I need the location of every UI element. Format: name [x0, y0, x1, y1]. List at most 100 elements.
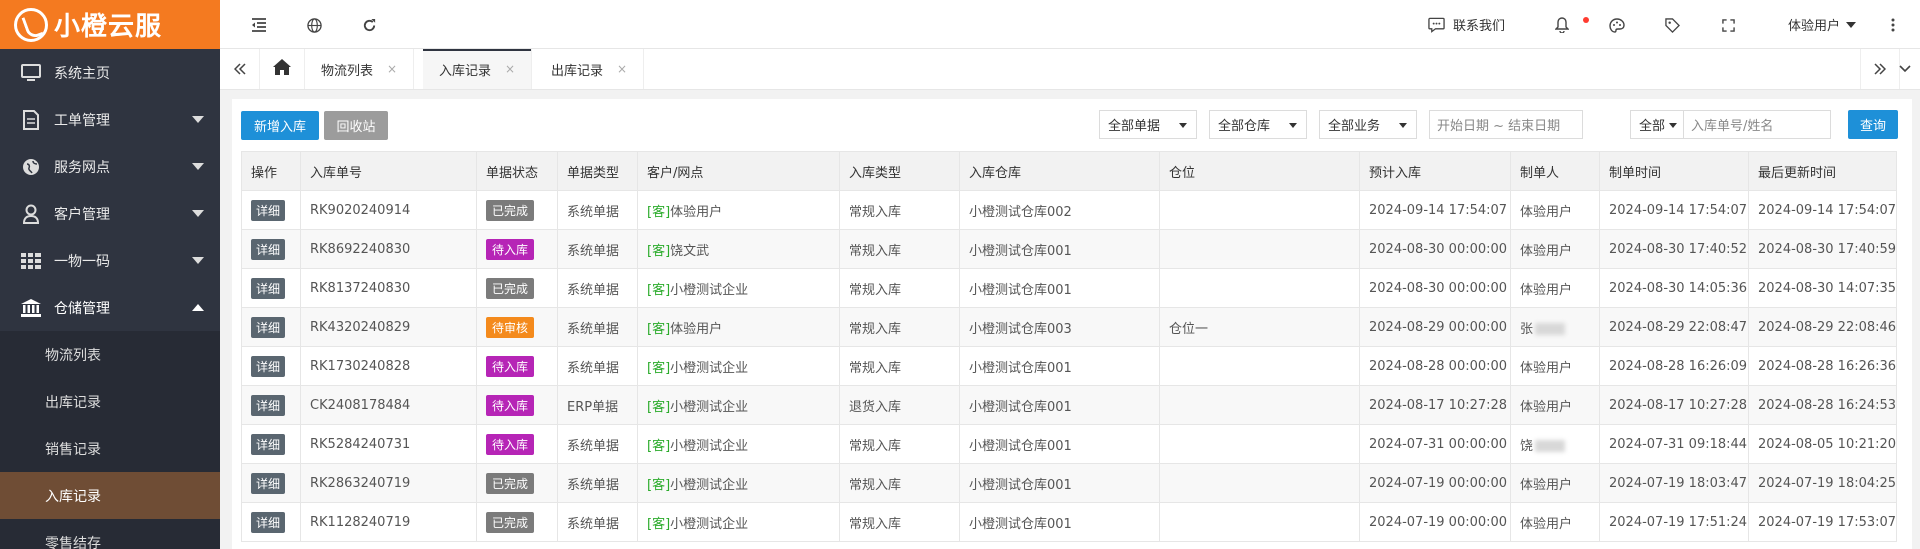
tag-icon[interactable]: [1661, 14, 1683, 36]
cell-warehouse: 小橙测试仓库001: [959, 346, 1160, 386]
table-row: 详细 RK1128240719 已完成 系统单据 [客]小橙测试企业 常规入库 小橙测试仓库…: [241, 502, 1898, 542]
tab-outbound[interactable]: 出库记录 ×: [535, 49, 645, 89]
home-tab[interactable]: [260, 49, 305, 89]
tab-inbound[interactable]: 入库记录 ×: [423, 49, 533, 89]
cell-text: 2024-09-14 17:54:07: [1758, 202, 1897, 218]
cell-warehouse: 小橙测试仓库001: [959, 268, 1160, 308]
sidebar-item-customers[interactable]: 客户管理: [0, 190, 220, 237]
cell-text: 2024-08-29 00:00:00: [1369, 319, 1508, 335]
tab-scroll-left-icon[interactable]: [220, 49, 260, 89]
caret-down-icon: [1179, 123, 1187, 128]
chevron-down-icon: [192, 257, 204, 264]
cell-text: 系统单据: [567, 282, 620, 298]
cell-expected: 2024-08-29 00:00:00: [1359, 307, 1511, 347]
cell-location: [1159, 190, 1360, 230]
sidebar-item-home[interactable]: 系统主页: [0, 49, 220, 96]
sidebar-item-warehouse[interactable]: 仓储管理: [0, 284, 220, 331]
customer-name: 小橙测试企业: [670, 282, 749, 298]
inbound-records-panel: 新增入库 回收站 全部单据 全部仓库 全部业务 开始日期 ~ 结束日期 全部 入…: [232, 99, 1912, 549]
cell-created: 2024-08-30 17:40:52: [1599, 229, 1749, 269]
cell-text: 常规入库: [849, 243, 902, 259]
table-row: 详细 RK2863240719 已完成 系统单据 [客]小橙测试企业 常规入库 小橙测试仓库…: [241, 463, 1898, 503]
cell-text: RK8692240830: [310, 241, 411, 257]
tab-menu-chevron-down-icon[interactable]: [1890, 49, 1920, 89]
sidebar-item-service-points[interactable]: 服务网点: [0, 143, 220, 190]
cell-customer: [客]小橙测试企业: [637, 385, 840, 425]
detail-button[interactable]: 详细: [251, 277, 286, 299]
monitor-icon: [20, 63, 42, 83]
date-range-input[interactable]: 开始日期 ~ 结束日期: [1429, 110, 1583, 139]
creator-name: 张: [1520, 321, 1534, 337]
business-filter-select[interactable]: 全部业务: [1319, 110, 1417, 139]
cell-text: 常规入库: [849, 516, 902, 532]
refresh-icon[interactable]: [358, 14, 380, 36]
sidebar-item-label: 服务网点: [54, 159, 110, 176]
sidebar-subitem-label: 物流列表: [45, 347, 101, 364]
theme-palette-icon[interactable]: [1606, 14, 1628, 36]
cell-text: 退货入库: [849, 399, 902, 415]
user-menu[interactable]: 体验用户: [1788, 15, 1857, 34]
query-button[interactable]: 查询: [1848, 110, 1898, 139]
notification-dot: [1583, 17, 1589, 23]
cell-text: 2024-08-30 17:40:52: [1609, 241, 1748, 257]
detail-button[interactable]: 详细: [251, 511, 286, 533]
globe-icon[interactable]: [303, 14, 325, 36]
search-scope-select[interactable]: 全部: [1630, 110, 1684, 139]
search-input[interactable]: 入库单号/姓名: [1683, 110, 1831, 139]
detail-button[interactable]: 详细: [251, 472, 286, 494]
close-icon[interactable]: ×: [617, 62, 627, 76]
detail-button[interactable]: 详细: [251, 355, 286, 377]
add-inbound-button[interactable]: 新增入库: [241, 111, 319, 140]
detail-button[interactable]: 详细: [251, 394, 286, 416]
bell-icon[interactable]: [1551, 14, 1573, 36]
tab-label: 入库记录: [439, 63, 492, 79]
sidebar-item-workorder[interactable]: 工单管理: [0, 96, 220, 143]
detail-button[interactable]: 详细: [251, 433, 286, 455]
cell-text: 小橙测试仓库001: [969, 477, 1072, 493]
close-icon[interactable]: ×: [387, 62, 397, 76]
cell-text: 系统单据: [567, 243, 620, 259]
sidebar-subitem-retail-stock[interactable]: 零售结存: [0, 519, 220, 549]
cell-location: 仓位一: [1159, 307, 1360, 347]
tab-logistics[interactable]: 物流列表 ×: [305, 49, 415, 89]
cell-customer: [客]小橙测试企业: [637, 502, 840, 542]
sidebar-subitem-outbound[interactable]: 出库记录: [0, 378, 220, 425]
sidebar-subitem-label: 出库记录: [45, 394, 101, 411]
cell-expected: 2024-07-19 00:00:00: [1359, 463, 1511, 503]
status-badge: 待审核: [486, 316, 535, 338]
sidebar-item-qrcode[interactable]: 一物一码: [0, 237, 220, 284]
cell-updated: 2024-08-05 10:21:20: [1747, 424, 1898, 464]
cell-text: 小橙测试仓库001: [969, 399, 1072, 415]
more-vertical-icon[interactable]: [1882, 14, 1904, 36]
cell-created: 2024-07-19 18:03:47: [1599, 463, 1749, 503]
doc-filter-select[interactable]: 全部单据: [1099, 110, 1197, 139]
warehouse-filter-select[interactable]: 全部仓库: [1209, 110, 1307, 139]
cell-actions: 详细: [241, 346, 301, 386]
detail-button[interactable]: 详细: [251, 316, 286, 338]
cell-updated: 2024-09-14 17:54:07: [1747, 190, 1898, 230]
cell-in-type: 常规入库: [839, 424, 960, 464]
cell-text: 体验用户: [1520, 360, 1573, 376]
close-icon[interactable]: ×: [505, 62, 515, 76]
status-badge: 待入库: [486, 355, 535, 377]
cell-status: 待入库: [476, 385, 558, 425]
cell-customer: [客]体验用户: [637, 190, 840, 230]
cell-warehouse: 小橙测试仓库002: [959, 190, 1160, 230]
detail-button[interactable]: 详细: [251, 238, 286, 260]
cell-warehouse: 小橙测试仓库001: [959, 385, 1160, 425]
brand-logo[interactable]: 小橙云服: [0, 0, 220, 49]
sidebar-subitem-sales[interactable]: 销售记录: [0, 425, 220, 472]
column-header: 制单时间: [1599, 151, 1749, 191]
detail-button[interactable]: 详细: [251, 199, 286, 221]
sidebar-subitem-logistics[interactable]: 物流列表: [0, 331, 220, 378]
column-header: 入库仓库: [959, 151, 1160, 191]
contact-us-link[interactable]: 联系我们: [1428, 15, 1505, 34]
cell-no: RK5284240731: [300, 424, 477, 464]
fullscreen-icon[interactable]: [1717, 14, 1739, 36]
cell-updated: 2024-07-19 17:53:07: [1747, 502, 1898, 542]
sidebar-subitem-inbound[interactable]: 入库记录: [0, 472, 220, 519]
cell-text: ERP单据: [567, 399, 619, 415]
collapse-menu-icon[interactable]: [248, 14, 270, 36]
cell-no: RK8692240830: [300, 229, 477, 269]
recycle-bin-button[interactable]: 回收站: [324, 111, 388, 140]
